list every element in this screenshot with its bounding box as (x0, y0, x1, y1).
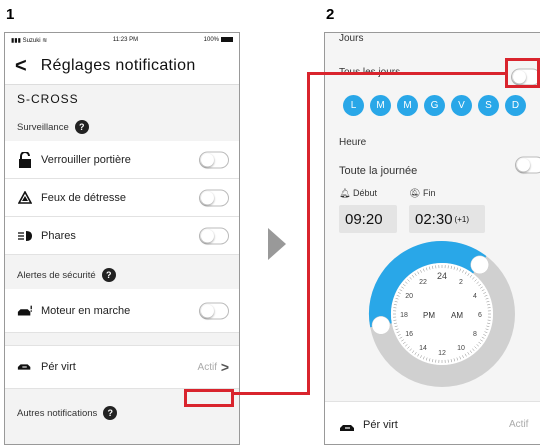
headlights-toggle[interactable] (199, 227, 229, 244)
day-button-sunday[interactable]: D (505, 95, 526, 116)
step-number-1: 1 (6, 6, 15, 23)
day-button-friday[interactable]: V (451, 95, 472, 116)
step-number-2: 2 (326, 6, 335, 23)
chevron-right-icon: > (220, 359, 229, 375)
bell-off-icon: 🔕︎ (409, 188, 421, 198)
dial-hour-label: 2 (459, 279, 463, 286)
wifi-icon: ≋ (42, 37, 48, 44)
engine-toggle[interactable] (199, 302, 229, 319)
setting-label: Feux de détresse (41, 191, 126, 204)
section-surveillance: Surveillance ? (5, 113, 239, 141)
day-button-saturday[interactable]: S (478, 95, 499, 116)
dial-hour-label: 14 (419, 345, 427, 352)
day-selector: L M M G V S D (343, 95, 526, 116)
heure-label: Heure (339, 137, 367, 148)
annotation-connector (307, 72, 310, 395)
car-route-icon (17, 359, 33, 375)
time-dial[interactable]: 24246810121416182022 PM AM (367, 239, 517, 389)
status-value: Actif (509, 419, 529, 430)
setting-label: Pér virt (41, 361, 76, 373)
hazard-toggle[interactable] (199, 189, 229, 206)
annotation-highlight-box (184, 389, 234, 407)
headlight-icon (17, 228, 33, 244)
status-bar: ▮▮▮ Suzuki ≋ 11:23 PM 100% (5, 33, 239, 47)
section-label: Alertes de sécurité (17, 269, 96, 281)
setting-row-headlights: Phares (5, 217, 239, 255)
day-button-thursday[interactable]: G (424, 95, 445, 116)
jours-label: Jours (339, 33, 364, 44)
toute-la-journee-label: Toute la journée (339, 165, 418, 177)
padlock-icon (17, 151, 33, 168)
help-icon[interactable]: ? (74, 120, 89, 134)
all-day-toggle[interactable] (515, 156, 540, 174)
step-arrow-icon (268, 228, 286, 260)
fin-label: 🔕︎ Fin (409, 188, 436, 198)
car-route-icon (339, 420, 357, 438)
section-label: Surveillance (17, 121, 69, 133)
dial-hour-label: 16 (405, 331, 413, 338)
annotation-connector (232, 392, 310, 395)
status-value: Actif (197, 361, 217, 373)
section-security: Alertes de sécurité ? (5, 261, 239, 289)
setting-label: Moteur en marche (41, 304, 131, 317)
annotation-connector (307, 72, 507, 75)
dial-hour-label: 6 (478, 312, 482, 319)
setting-label: Phares (41, 229, 76, 242)
back-chevron-icon[interactable]: < (15, 56, 27, 76)
dial-hour-label: 4 (473, 293, 477, 300)
debut-label: 🔔︎ Début (339, 188, 377, 198)
carrier-label: ▮▮▮ Suzuki ≋ (11, 37, 48, 44)
phone-screen-1: ▮▮▮ Suzuki ≋ 11:23 PM 100% < Réglages no… (4, 32, 240, 445)
day-button-wednesday[interactable]: M (397, 95, 418, 116)
dial-hour-label: 18 (400, 312, 408, 319)
day-button-tuesday[interactable]: M (370, 95, 391, 116)
end-time-field[interactable]: 02:30 (+1) (409, 205, 485, 233)
annotation-highlight-box (505, 58, 540, 88)
dial-hour-label: 8 (473, 331, 477, 338)
dial-am-label: AM (451, 311, 463, 320)
status-time: 11:23 PM (112, 37, 139, 43)
vehicle-model: S-CROSS (17, 92, 79, 106)
phone-screen-2: Jours Tous les jours L M M G V S D Heure… (324, 32, 540, 445)
battery-icon (221, 36, 233, 42)
dial-hour-label: 12 (438, 350, 446, 357)
start-time-field[interactable]: 09:20 (339, 205, 397, 233)
section-label: Autres notifications (17, 407, 98, 419)
dial-end-handle[interactable] (470, 255, 489, 275)
per-virt-row[interactable]: Pér virt Actif (325, 401, 540, 444)
dial-start-handle[interactable] (371, 316, 391, 335)
nav-bar: < Réglages notification (5, 47, 239, 85)
lock-toggle[interactable] (199, 151, 229, 168)
help-icon[interactable]: ? (103, 406, 118, 420)
dial-hour-label: 24 (437, 271, 447, 281)
setting-label: Verrouiller portière (41, 153, 131, 166)
dial-hour-label: 22 (419, 279, 427, 286)
help-icon[interactable]: ? (101, 268, 116, 282)
day-button-monday[interactable]: L (343, 95, 364, 116)
setting-row-lock: Verrouiller portière (5, 141, 239, 179)
car-alert-icon (17, 303, 33, 319)
bell-icon: 🔔︎ (339, 188, 351, 198)
setting-row-engine: Moteur en marche (5, 289, 239, 333)
setting-row-hazard: Feux de détresse (5, 179, 239, 217)
setting-row-per-virt[interactable]: Pér virt Actif > (5, 345, 239, 389)
hazard-icon (17, 190, 33, 206)
dial-pm-label: PM (423, 311, 435, 320)
battery-indicator: 100% (204, 36, 233, 43)
signal-icon: ▮▮▮ (11, 37, 21, 44)
dial-hour-label: 10 (457, 345, 465, 352)
per-virt-label: Pér virt (363, 419, 398, 431)
page-title: Réglages notification (40, 56, 196, 74)
dial-hour-label: 20 (405, 293, 413, 300)
